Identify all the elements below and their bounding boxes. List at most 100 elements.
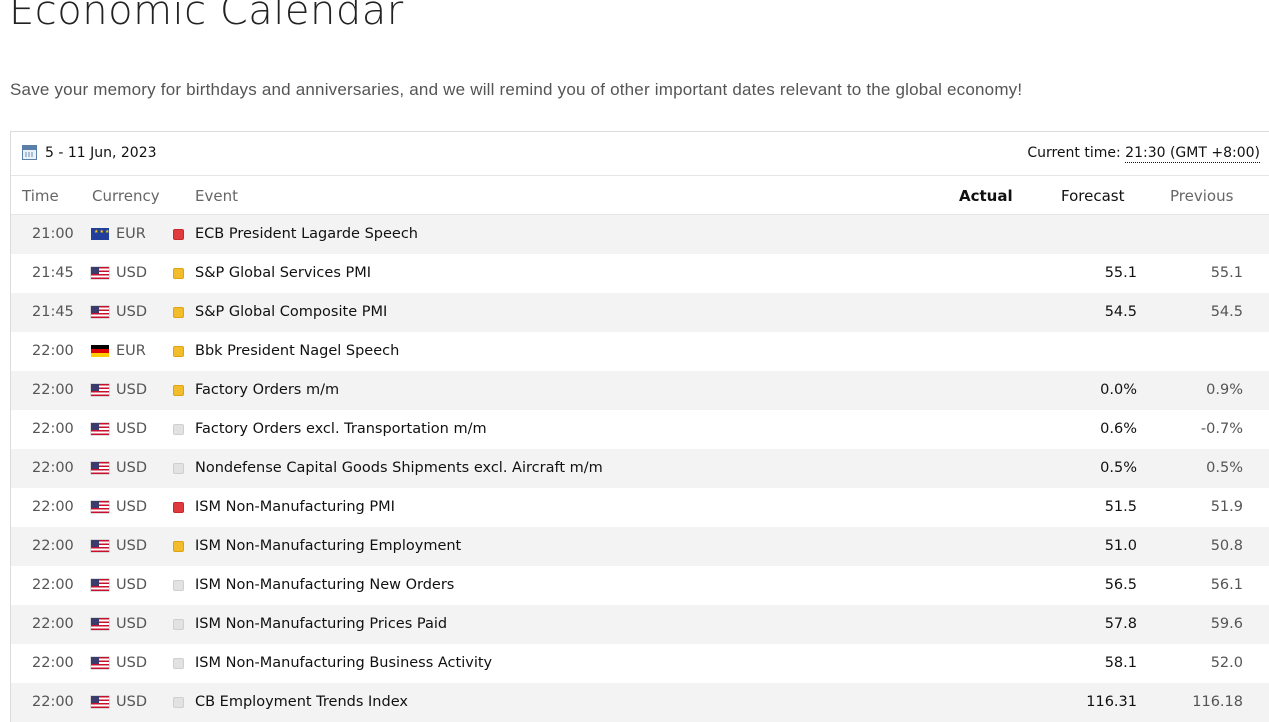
table-row[interactable]: 21:45 USD S&P Global Composite PMI 54.5 54.5 <box>11 293 1269 332</box>
current-time-label: Current time: <box>1027 145 1121 161</box>
event-name[interactable]: ISM Non-Manufacturing PMI <box>195 499 395 515</box>
event-name[interactable]: Factory Orders m/m <box>195 382 339 398</box>
column-header-time: Time <box>22 187 59 205</box>
eu-flag-icon <box>91 228 110 240</box>
event-currency: USD <box>116 460 147 476</box>
column-header-currency: Currency <box>92 187 160 205</box>
event-currency: USD <box>116 304 147 320</box>
table-row[interactable]: 22:00 USD CB Employment Trends Index 116.31… <box>11 683 1269 722</box>
event-currency: USD <box>116 577 147 593</box>
event-name[interactable]: Bbk President Nagel Speech <box>195 343 399 359</box>
us-flag-icon <box>91 618 109 630</box>
importance-medium-icon <box>173 268 184 279</box>
event-time: 22:00 <box>32 421 74 437</box>
event-currency: USD <box>116 382 147 398</box>
table-row[interactable]: 22:00 USD Factory Orders excl. Transportat… <box>11 410 1269 449</box>
event-name[interactable]: ISM Non-Manufacturing Business Activity <box>195 655 492 671</box>
event-name[interactable]: ECB President Lagarde Speech <box>195 226 418 242</box>
event-time: 21:45 <box>32 265 74 281</box>
event-name[interactable]: S&P Global Composite PMI <box>195 304 387 320</box>
current-time-value[interactable]: 21:30 (GMT +8:00) <box>1125 145 1260 163</box>
event-time: 22:00 <box>32 538 74 554</box>
column-header-previous: Previous <box>1170 187 1234 205</box>
us-flag-icon <box>91 579 109 591</box>
event-time: 22:00 <box>32 343 74 359</box>
importance-medium-icon <box>173 307 184 318</box>
event-currency: USD <box>116 616 147 632</box>
event-previous: -0.7% <box>1200 421 1243 437</box>
event-time: 21:45 <box>32 304 74 320</box>
event-currency: USD <box>116 265 147 281</box>
event-previous: 52.0 <box>1210 655 1243 671</box>
us-flag-icon <box>91 306 109 318</box>
event-name[interactable]: S&P Global Services PMI <box>195 265 371 281</box>
table-row[interactable]: 22:00 USD ISM Non-Manufacturing PMI 51.5 51.… <box>11 488 1269 527</box>
event-previous: 56.1 <box>1210 577 1243 593</box>
economic-calendar-table: 5 - 11 Jun, 2023 Current time: 21:30 (GM… <box>10 131 1269 722</box>
event-previous: 0.5% <box>1206 460 1243 476</box>
event-time: 22:00 <box>32 382 74 398</box>
current-time: Current time: 21:30 (GMT +8:00) <box>1027 145 1260 163</box>
importance-high-icon <box>173 229 184 240</box>
importance-low-icon <box>173 424 184 435</box>
column-header-actual: Actual <box>959 187 1013 205</box>
importance-medium-icon <box>173 541 184 552</box>
us-flag-icon <box>91 423 109 435</box>
us-flag-icon <box>91 501 109 513</box>
table-row[interactable]: 21:00 EUR ECB President Lagarde Speech <box>11 215 1269 254</box>
table-row[interactable]: 22:00 USD ISM Non-Manufacturing New Orders… <box>11 566 1269 605</box>
table-row[interactable]: 22:00 USD Nondefense Capital Goods Shipmen… <box>11 449 1269 488</box>
table-row[interactable]: 22:00 USD ISM Non-Manufacturing Prices Pai… <box>11 605 1269 644</box>
calendar-icon[interactable] <box>22 145 37 160</box>
event-previous: 59.6 <box>1210 616 1243 632</box>
event-name[interactable]: CB Employment Trends Index <box>195 694 408 710</box>
event-time: 22:00 <box>32 616 74 632</box>
event-rows: 21:00 EUR ECB President Lagarde Speech 21:4… <box>11 215 1269 722</box>
table-row[interactable]: 22:00 USD ISM Non-Manufacturing Business A… <box>11 644 1269 683</box>
event-currency: USD <box>116 499 147 515</box>
us-flag-icon <box>91 696 109 708</box>
event-currency: USD <box>116 538 147 554</box>
week-range[interactable]: 5 - 11 Jun, 2023 <box>45 145 157 161</box>
event-forecast: 0.6% <box>1100 421 1137 437</box>
event-previous: 50.8 <box>1210 538 1243 554</box>
event-forecast: 56.5 <box>1104 577 1137 593</box>
table-row[interactable]: 22:00 USD ISM Non-Manufacturing Employment… <box>11 527 1269 566</box>
us-flag-icon <box>91 384 109 396</box>
event-name[interactable]: Nondefense Capital Goods Shipments excl.… <box>195 460 603 476</box>
event-time: 21:00 <box>32 226 74 242</box>
event-name[interactable]: Factory Orders excl. Transportation m/m <box>195 421 487 437</box>
importance-low-icon <box>173 697 184 708</box>
event-forecast: 51.5 <box>1104 499 1137 515</box>
table-row[interactable]: 22:00 USD Factory Orders m/m 0.0% 0.9% <box>11 371 1269 410</box>
us-flag-icon <box>91 657 109 669</box>
column-header-forecast: Forecast <box>1061 187 1125 205</box>
event-forecast: 57.8 <box>1104 616 1137 632</box>
table-row[interactable]: 22:00 EUR Bbk President Nagel Speech <box>11 332 1269 371</box>
event-name[interactable]: ISM Non-Manufacturing Prices Paid <box>195 616 447 632</box>
calendar-header: 5 - 11 Jun, 2023 Current time: 21:30 (GM… <box>11 132 1269 176</box>
importance-low-icon <box>173 580 184 591</box>
event-name[interactable]: ISM Non-Manufacturing New Orders <box>195 577 454 593</box>
event-time: 22:00 <box>32 694 74 710</box>
event-previous: 116.18 <box>1192 694 1243 710</box>
event-forecast: 58.1 <box>1104 655 1137 671</box>
event-forecast: 55.1 <box>1104 265 1137 281</box>
event-previous: 51.9 <box>1210 499 1243 515</box>
event-time: 22:00 <box>32 577 74 593</box>
event-forecast: 0.5% <box>1100 460 1137 476</box>
event-name[interactable]: ISM Non-Manufacturing Employment <box>195 538 461 554</box>
event-forecast: 54.5 <box>1104 304 1137 320</box>
page-subtitle: Save your memory for birthdays and anniv… <box>10 80 1023 99</box>
event-currency: USD <box>116 694 147 710</box>
event-currency: USD <box>116 421 147 437</box>
column-headers: Time Currency Event Actual Forecast Prev… <box>11 176 1269 215</box>
event-forecast: 51.0 <box>1104 538 1137 554</box>
event-time: 22:00 <box>32 655 74 671</box>
event-previous: 55.1 <box>1210 265 1243 281</box>
us-flag-icon <box>91 540 109 552</box>
event-time: 22:00 <box>32 499 74 515</box>
event-previous: 54.5 <box>1210 304 1243 320</box>
importance-low-icon <box>173 658 184 669</box>
table-row[interactable]: 21:45 USD S&P Global Services PMI 55.1 55.1 <box>11 254 1269 293</box>
